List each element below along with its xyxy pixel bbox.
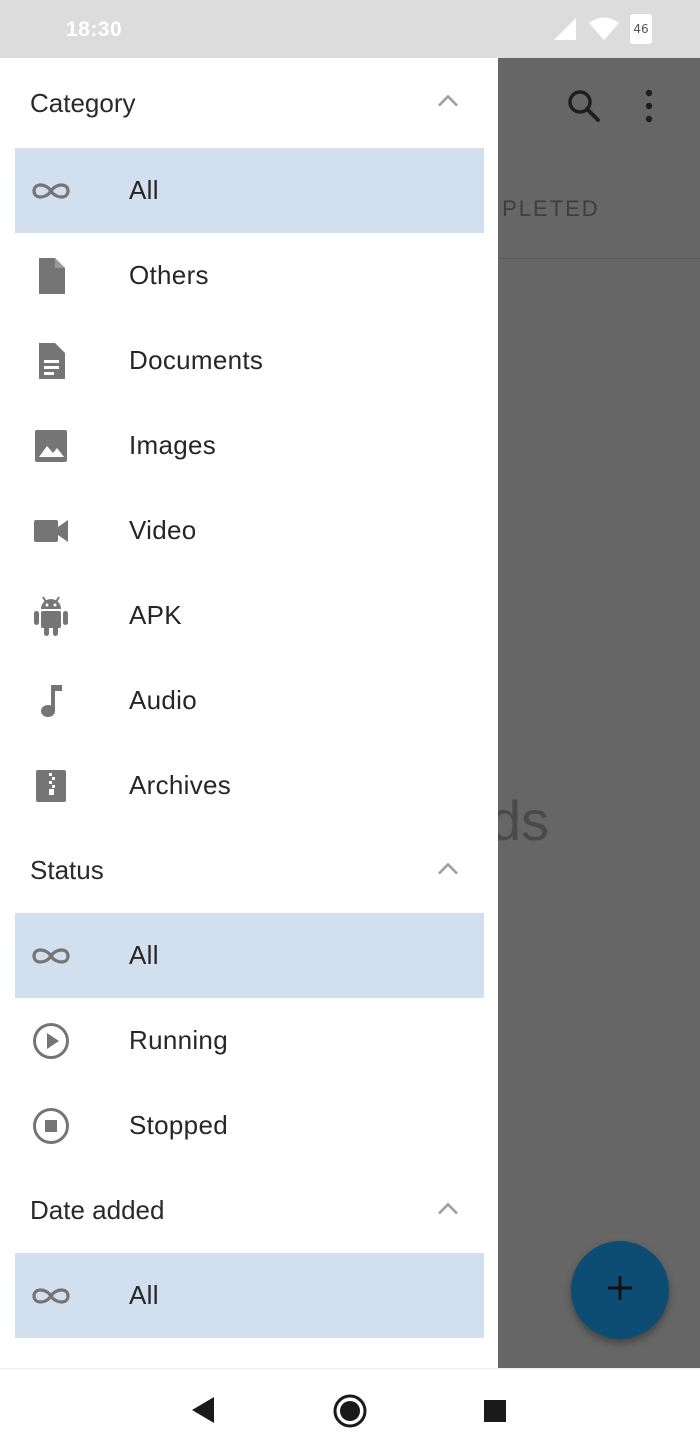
category-item-audio[interactable]: Audio [15,658,484,743]
category-item-documents[interactable]: Documents [15,318,484,403]
item-label: All [129,1280,159,1310]
status-icons: 46 [552,14,652,44]
item-label: Archives [129,770,232,800]
archive-icon [27,762,75,810]
chevron-up-icon[interactable] [436,94,460,113]
nav-back-icon[interactable] [190,1395,216,1425]
status-time: 18:30 [66,18,123,41]
item-label: Others [129,260,209,290]
nav-home-icon[interactable] [332,1393,368,1429]
infinity-icon [27,167,75,215]
tab-divider [498,258,700,259]
item-label: Video [129,515,197,545]
android-icon [27,592,75,640]
section-title: Date added [30,1195,165,1225]
plus-icon [605,1273,635,1308]
item-label: Images [129,430,217,460]
video-camera-icon [27,507,75,555]
item-label: APK [129,600,182,630]
section-header-category[interactable]: Category [0,58,498,148]
stop-circle-icon [27,1102,75,1150]
section-header-date-added[interactable]: Date added [0,1168,498,1253]
tab-completed-fragment[interactable]: IPLETED [498,196,600,222]
category-item-apk[interactable]: APK [15,573,484,658]
file-icon [27,252,75,300]
section-title: Category [30,87,136,118]
filter-drawer: Category All Others Documents Images Vid… [0,58,498,1368]
chevron-up-icon[interactable] [436,861,460,880]
empty-state-text-fragment: ds [498,789,550,852]
add-download-fab[interactable] [571,1241,669,1339]
date-added-item-all[interactable]: All [15,1253,484,1338]
item-label: Stopped [129,1110,228,1140]
status-item-all[interactable]: All [15,913,484,998]
infinity-icon [27,1272,75,1320]
music-note-icon [27,677,75,725]
category-item-others[interactable]: Others [15,233,484,318]
search-icon[interactable] [566,88,602,129]
nav-recents-icon[interactable] [483,1399,507,1423]
category-item-all[interactable]: All [15,148,484,233]
item-label: Audio [129,685,197,715]
item-label: All [129,940,159,970]
status-bar: 18:30 46 [0,0,700,58]
category-item-video[interactable]: Video [15,488,484,573]
item-label: Running [129,1025,228,1055]
chevron-up-icon[interactable] [436,1201,460,1220]
app-toolbar [566,88,656,129]
item-label: Documents [129,345,264,375]
item-label: All [129,175,159,205]
wifi-icon [588,16,620,42]
image-icon [27,422,75,470]
document-icon [27,337,75,385]
section-title: Status [30,855,104,885]
cell-signal-icon [552,16,578,42]
battery-icon: 46 [630,14,652,44]
category-item-images[interactable]: Images [15,403,484,488]
infinity-icon [27,932,75,980]
status-item-stopped[interactable]: Stopped [15,1083,484,1168]
system-nav-bar [0,1368,700,1454]
play-circle-icon [27,1017,75,1065]
category-item-archives[interactable]: Archives [15,743,484,828]
more-vert-icon[interactable] [642,88,656,129]
section-header-status[interactable]: Status [0,828,498,913]
background-app-scrim[interactable]: IPLETED ds [498,58,700,1368]
status-item-running[interactable]: Running [15,998,484,1083]
